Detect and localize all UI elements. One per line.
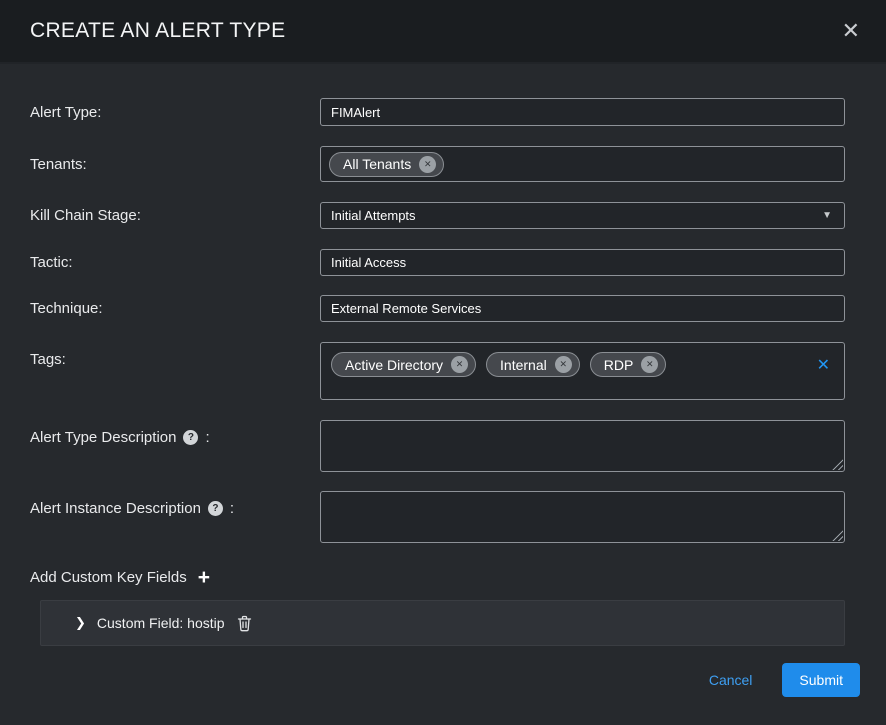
help-icon[interactable]: ?: [208, 501, 223, 516]
add-custom-key-fields-label: Add Custom Key Fields: [30, 569, 187, 586]
tactic-row: Tactic:: [30, 249, 845, 276]
tenants-label-text: Tenants:: [30, 156, 87, 173]
tenant-chip: All Tenants ✕: [329, 152, 444, 177]
tag-chip: Internal ✕: [486, 352, 580, 377]
tag-chip: Active Directory ✕: [331, 352, 476, 377]
tenant-chip-label: All Tenants: [343, 156, 411, 172]
trash-icon[interactable]: [237, 615, 252, 632]
tags-label-text: Tags:: [30, 351, 66, 368]
clear-tags-icon[interactable]: ✕: [817, 355, 830, 375]
cancel-button[interactable]: Cancel: [709, 672, 753, 688]
tags-field[interactable]: Active Directory ✕ Internal ✕ RDP ✕ ✕: [320, 342, 845, 400]
tag-chip-label: Internal: [500, 357, 547, 373]
plus-icon[interactable]: +: [198, 570, 210, 586]
tactic-label-text: Tactic:: [30, 254, 73, 271]
help-icon[interactable]: ?: [183, 430, 198, 445]
technique-row: Technique:: [30, 295, 845, 322]
tag-chip: RDP ✕: [590, 352, 667, 377]
alert-type-description-label: Alert Type Description ? :: [30, 420, 320, 446]
technique-label-text: Technique:: [30, 300, 103, 317]
alert-type-row: Alert Type:: [30, 98, 845, 126]
tenants-field[interactable]: All Tenants ✕: [320, 146, 845, 182]
modal-header: CREATE AN ALERT TYPE ✕: [0, 0, 886, 64]
chip-remove-icon[interactable]: ✕: [555, 356, 572, 373]
kill-chain-stage-row: Kill Chain Stage: Initial Attempts ▼: [30, 202, 845, 229]
technique-input[interactable]: [320, 295, 845, 322]
add-custom-key-fields: Add Custom Key Fields +: [30, 569, 845, 586]
tactic-input[interactable]: [320, 249, 845, 276]
alert-type-label: Alert Type:: [30, 104, 320, 121]
tenants-row: Tenants: All Tenants ✕: [30, 146, 845, 182]
alert-type-description-label-text: Alert Type Description: [30, 429, 176, 446]
label-colon: :: [205, 429, 209, 446]
tags-row: Tags: Active Directory ✕ Internal ✕: [30, 342, 845, 400]
tenants-label: Tenants:: [30, 156, 320, 173]
alert-instance-description-label: Alert Instance Description ? :: [30, 491, 320, 517]
tags-label: Tags:: [30, 342, 320, 368]
modal-body: Alert Type: Tenants: All Tenants ✕: [0, 64, 886, 646]
tag-chip-label: Active Directory: [345, 357, 443, 373]
chip-remove-icon[interactable]: ✕: [451, 356, 468, 373]
tactic-label: Tactic:: [30, 254, 320, 271]
kill-chain-stage-label-text: Kill Chain Stage:: [30, 207, 141, 224]
chevron-right-icon[interactable]: ❯: [75, 615, 86, 631]
kill-chain-stage-selected-value: Initial Attempts: [331, 208, 416, 223]
label-colon: :: [230, 500, 234, 517]
close-icon[interactable]: ✕: [842, 20, 860, 42]
custom-field-label: Custom Field: hostip: [97, 615, 225, 631]
alert-instance-description-row: Alert Instance Description ? :: [30, 491, 845, 543]
kill-chain-stage-select[interactable]: Initial Attempts ▼: [320, 202, 845, 229]
alert-type-description-input[interactable]: [320, 420, 845, 472]
alert-type-label-text: Alert Type:: [30, 104, 101, 121]
chevron-down-icon: ▼: [822, 210, 832, 221]
alert-type-input[interactable]: [320, 98, 845, 126]
tag-chip-label: RDP: [604, 357, 634, 373]
technique-label: Technique:: [30, 300, 320, 317]
modal-footer: Cancel Submit: [0, 663, 886, 725]
alert-type-description-row: Alert Type Description ? :: [30, 420, 845, 472]
modal-title: CREATE AN ALERT TYPE: [30, 19, 285, 43]
custom-field-row[interactable]: ❯ Custom Field: hostip: [40, 600, 845, 646]
alert-instance-description-label-text: Alert Instance Description: [30, 500, 201, 517]
chip-remove-icon[interactable]: ✕: [419, 156, 436, 173]
create-alert-type-modal: CREATE AN ALERT TYPE ✕ Alert Type: Tenan…: [0, 0, 886, 725]
chip-remove-icon[interactable]: ✕: [641, 356, 658, 373]
alert-instance-description-input[interactable]: [320, 491, 845, 543]
submit-button[interactable]: Submit: [782, 663, 860, 697]
kill-chain-stage-label: Kill Chain Stage:: [30, 207, 320, 224]
